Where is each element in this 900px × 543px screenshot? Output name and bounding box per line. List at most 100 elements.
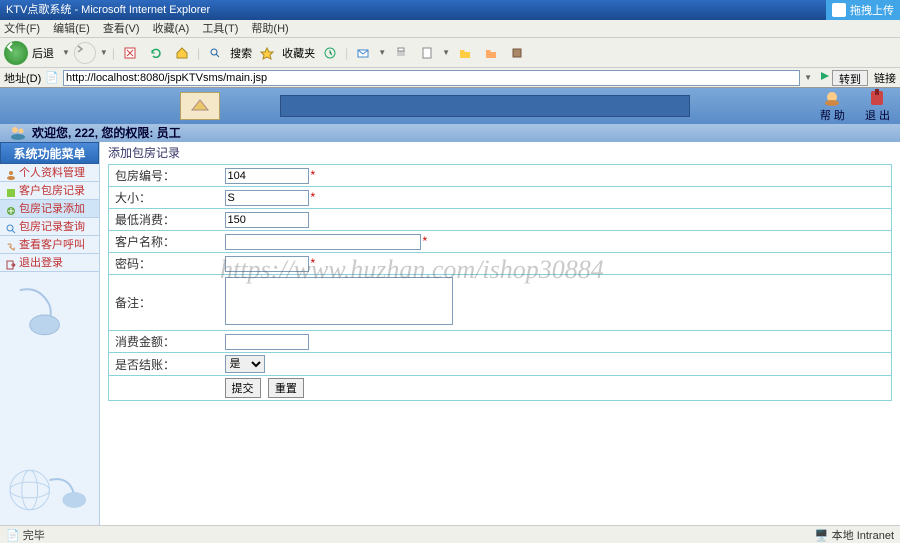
status-done: 完毕 (23, 530, 45, 542)
min-cost-input[interactable] (225, 212, 309, 228)
sidebar-header: 系统功能菜单 (0, 142, 99, 164)
sidebar-item-profile[interactable]: 个人资料管理 (0, 164, 99, 182)
favorites-label: 收藏夹 (282, 45, 315, 61)
password-input[interactable] (225, 256, 309, 272)
search-icon[interactable] (204, 42, 226, 64)
mail-icon[interactable] (352, 42, 374, 64)
folder2-icon[interactable] (480, 42, 502, 64)
sidebar-item-label: 退出登录 (19, 254, 63, 272)
edit-icon[interactable] (416, 42, 438, 64)
exit-icon (865, 89, 889, 107)
amount-label: 消费金额： (109, 331, 219, 353)
menu-help[interactable]: 帮助(H) (251, 23, 288, 35)
room-no-label: 包房编号： (109, 165, 219, 187)
back-button[interactable] (4, 41, 28, 65)
exit-label: 退 出 (865, 110, 890, 122)
password-label: 密码： (109, 253, 219, 275)
badge-text: 拖拽上传 (850, 2, 894, 18)
user-icon (10, 126, 26, 140)
room-no-input[interactable] (225, 168, 309, 184)
required-mark: * (423, 234, 428, 248)
menu-file[interactable]: 文件(F) (4, 23, 40, 35)
back-dropdown-icon[interactable]: ▼ (62, 48, 70, 57)
app-logo-icon (180, 92, 220, 120)
go-button[interactable]: 转到 (832, 70, 868, 86)
page-title: 添加包房记录 (100, 142, 900, 164)
upload-badge[interactable]: 拖拽上传 (826, 0, 900, 20)
welcome-text: 欢迎您, 222, 您的权限: 员工 (32, 124, 181, 142)
exit-link[interactable]: 退 出 (865, 89, 890, 123)
menu-edit[interactable]: 编辑(E) (53, 23, 90, 35)
sidebar: 系统功能菜单 个人资料管理 客户包房记录 包房记录添加 包房记录查询 查看客户呼… (0, 142, 100, 525)
back-label: 后退 (32, 45, 54, 61)
sidebar-item-label: 客户包房记录 (19, 182, 85, 200)
search-label: 搜索 (230, 45, 252, 61)
sidebar-item-label: 查看客户呼叫 (19, 236, 85, 254)
refresh-icon[interactable] (145, 42, 167, 64)
globe-deco-icon (0, 460, 99, 520)
call-icon (6, 240, 16, 250)
sidebar-item-label: 包房记录添加 (19, 200, 85, 218)
status-zone: 本地 Intranet (832, 530, 894, 542)
app-banner: 帮 助 退 出 (0, 88, 900, 124)
menu-tools[interactable]: 工具(T) (202, 23, 238, 35)
cloud-icon (832, 3, 846, 17)
sidebar-item-room-query[interactable]: 包房记录查询 (0, 218, 99, 236)
stop-icon[interactable] (119, 42, 141, 64)
content-area: 添加包房记录 包房编号： * 大小： * 最低消费： 客户名称： * 密码： * (100, 142, 900, 525)
edit-dropdown-icon[interactable]: ▼ (442, 48, 450, 57)
url-input[interactable] (63, 70, 800, 86)
mail-dropdown-icon[interactable]: ▼ (378, 48, 386, 57)
tool-icon[interactable] (506, 42, 528, 64)
required-mark: * (311, 190, 316, 204)
fwd-dropdown-icon[interactable]: ▼ (100, 48, 108, 57)
amount-input[interactable] (225, 334, 309, 350)
form-table: 包房编号： * 大小： * 最低消费： 客户名称： * 密码： * 备注： (108, 164, 892, 401)
add-icon (6, 204, 16, 214)
remark-input[interactable] (225, 277, 453, 325)
room-icon (6, 186, 16, 196)
settled-label: 是否结账： (109, 353, 219, 376)
history-icon[interactable] (319, 42, 341, 64)
menubar: 文件(F) 编辑(E) 查看(V) 收藏(A) 工具(T) 帮助(H) (0, 20, 900, 38)
sidebar-item-label: 个人资料管理 (19, 164, 85, 182)
size-input[interactable] (225, 190, 309, 206)
min-cost-label: 最低消费： (109, 209, 219, 231)
help-icon (820, 89, 844, 107)
size-label: 大小： (109, 187, 219, 209)
banner-search-input[interactable] (280, 95, 690, 117)
required-mark: * (311, 256, 316, 270)
reset-button[interactable]: 重置 (268, 378, 304, 398)
go-icon (818, 69, 832, 86)
menu-view[interactable]: 查看(V) (103, 23, 140, 35)
address-label: 地址(D) (4, 70, 41, 86)
sidebar-item-label: 包房记录查询 (19, 218, 85, 236)
submit-button[interactable]: 提交 (225, 378, 261, 398)
home-icon[interactable] (171, 42, 193, 64)
status-bar: 📄 完毕 🖥️ 本地 Intranet (0, 525, 900, 543)
sidebar-item-logout[interactable]: 退出登录 (0, 254, 99, 272)
toolbar: 后退 ▼ ▼ | | 搜索 收藏夹 | ▼ ▼ (0, 38, 900, 68)
logout-icon (6, 258, 16, 268)
menu-fav[interactable]: 收藏(A) (153, 23, 190, 35)
settled-select[interactable]: 是 (225, 355, 265, 373)
zone-icon: 🖥️ (815, 530, 829, 542)
cust-name-input[interactable] (225, 234, 421, 250)
links-label: 链接 (874, 70, 896, 86)
forward-button[interactable] (74, 42, 96, 64)
query-icon (6, 222, 16, 232)
folder-icon[interactable] (454, 42, 476, 64)
sidebar-item-room-add[interactable]: 包房记录添加 (0, 200, 99, 218)
window-titlebar: KTV点歌系统 - Microsoft Internet Explorer (0, 0, 900, 20)
address-bar: 地址(D) 📄 ▼ 转到 链接 (0, 68, 900, 88)
favorites-icon[interactable] (256, 42, 278, 64)
profile-icon (6, 168, 16, 178)
done-icon: 📄 (6, 530, 20, 542)
required-mark: * (311, 168, 316, 182)
url-dropdown-icon[interactable]: ▼ (804, 73, 812, 82)
sidebar-item-customer-room[interactable]: 客户包房记录 (0, 182, 99, 200)
help-link[interactable]: 帮 助 (820, 89, 845, 123)
print-icon[interactable] (390, 42, 412, 64)
page-icon: 📄 (45, 71, 59, 84)
sidebar-item-customer-call[interactable]: 查看客户呼叫 (0, 236, 99, 254)
